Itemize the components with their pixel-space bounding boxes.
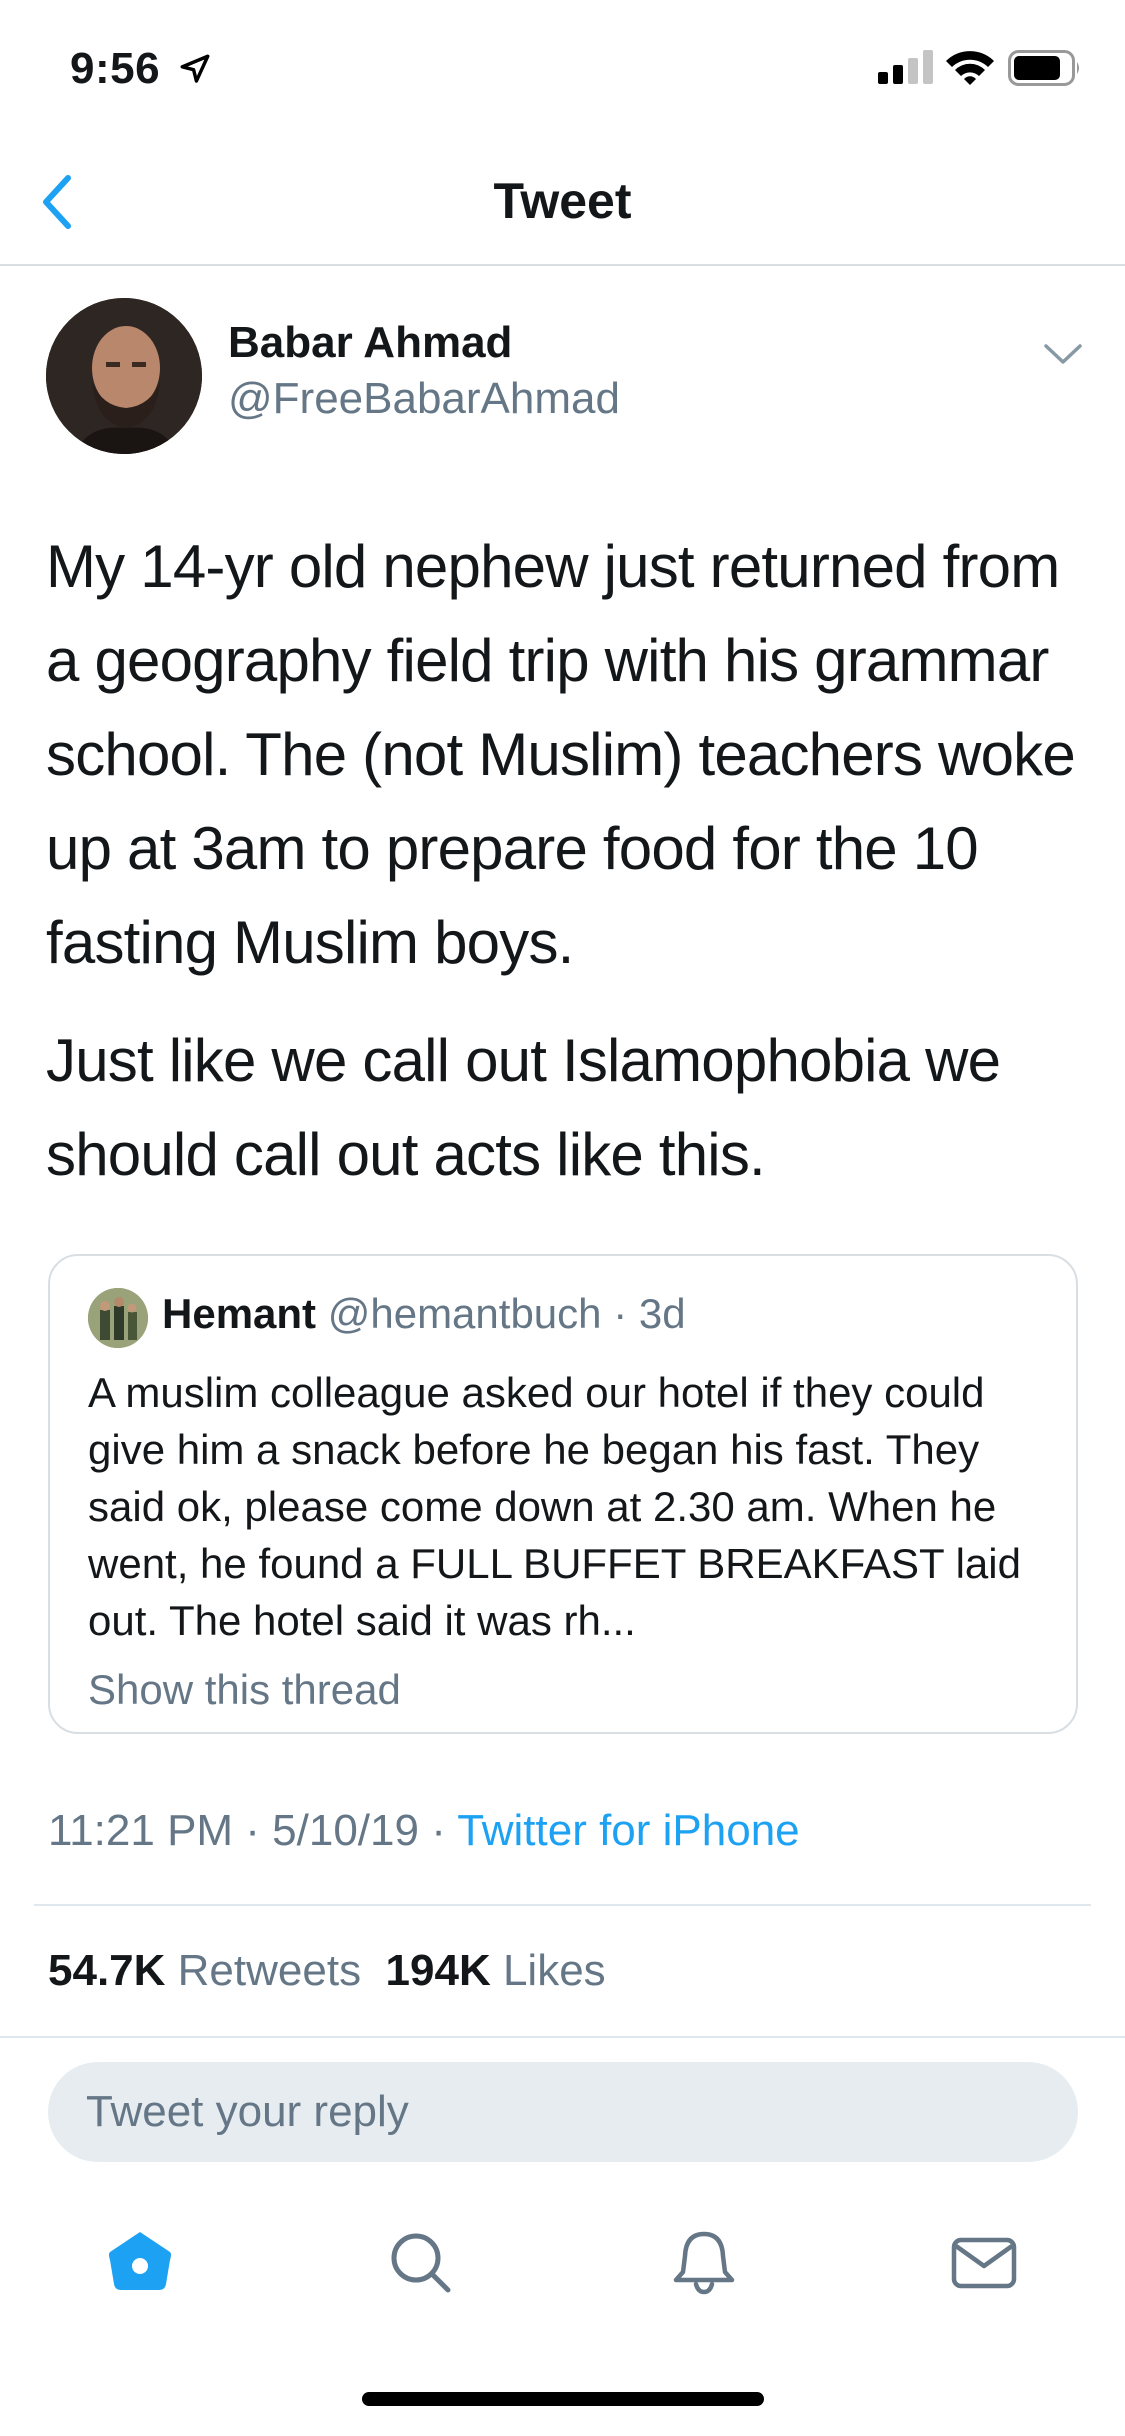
quote-meta: @hemantbuch · 3d — [327, 1290, 686, 1337]
home-indicator[interactable] — [362, 2392, 764, 2406]
mail-icon[interactable] — [948, 2226, 1020, 2298]
status-bar: 9:56 — [0, 0, 1125, 132]
author-avatar[interactable] — [46, 298, 202, 454]
reply-box[interactable] — [48, 2062, 1078, 2162]
tweet-stats: 54.7K Retweets 194K Likes — [48, 1946, 606, 1996]
nav-bar: Tweet — [0, 150, 1125, 266]
likes-count: 194K — [385, 1946, 491, 1995]
quote-text: A muslim colleague asked our hotel if th… — [88, 1369, 1021, 1644]
search-icon[interactable] — [384, 2226, 456, 2298]
show-thread-link[interactable]: Show this thread — [88, 1666, 401, 1714]
cellular-signal-icon — [878, 50, 933, 84]
retweets-stat[interactable]: 54.7K Retweets — [48, 1946, 361, 1995]
home-icon[interactable] — [104, 2226, 176, 2298]
source-link[interactable]: Twitter for iPhone — [457, 1806, 799, 1855]
quote-avatar — [88, 1288, 148, 1348]
divider — [0, 2036, 1125, 2038]
avatar-image — [46, 298, 202, 454]
author-handle[interactable]: @FreeBabarAhmad — [228, 374, 620, 424]
timestamp-text: 11:21 PM · 5/10/19 · — [48, 1806, 458, 1855]
quote-author-name: Hemant — [162, 1290, 317, 1337]
page-title: Tweet — [493, 173, 632, 229]
tweet-text: My 14-yr old nephew just returned from a… — [46, 520, 1086, 1202]
quoted-tweet[interactable]: Hemant @hemantbuch · 3d A muslim colleag… — [48, 1254, 1078, 1734]
battery-icon — [1008, 50, 1079, 86]
likes-label: Likes — [502, 1946, 606, 1995]
location-arrow-icon — [180, 54, 210, 83]
tweet-paragraph: Just like we call out Islamophobia we sh… — [46, 1027, 1001, 1188]
wifi-icon — [946, 51, 994, 85]
likes-stat[interactable]: 194K Likes — [386, 1946, 606, 1995]
tweet-paragraph: My 14-yr old nephew just returned from a… — [46, 533, 1076, 976]
tweet-timestamp: 11:21 PM · 5/10/19 · Twitter for iPhone — [48, 1806, 800, 1856]
chevron-down-icon[interactable] — [1040, 334, 1086, 374]
retweets-count: 54.7K — [48, 1946, 166, 1995]
bell-icon[interactable] — [668, 2226, 740, 2298]
quote-header: Hemant @hemantbuch · 3d — [162, 1290, 686, 1338]
retweets-label: Retweets — [177, 1946, 362, 1995]
avatar-image — [88, 1288, 148, 1348]
author-name[interactable]: Babar Ahmad — [228, 318, 512, 368]
status-time: 9:56 — [70, 44, 161, 93]
divider — [34, 1904, 1091, 1906]
reply-input[interactable] — [86, 2062, 1036, 2162]
